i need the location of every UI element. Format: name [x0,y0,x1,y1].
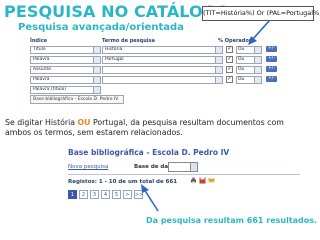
search-row: Palavra (titulo) [30,86,288,94]
results-summary: Da pesquisa resultam 661 resultados. [146,216,318,225]
operator-select[interactable]: Ou [236,76,255,84]
explanation-paragraph: Se digitar História OU Portugal, da pesq… [5,118,310,138]
truncation-checkbox[interactable]: ✓ [226,46,233,53]
index-select[interactable]: Palavra (titulo) [30,86,94,94]
dropdown-arrow-icon[interactable] [215,66,223,74]
page-button[interactable]: 3 [90,190,99,199]
next-page-button[interactable]: > [123,190,132,199]
index-select[interactable]: Palavra [30,56,94,64]
term-input[interactable] [102,66,216,74]
results-base-title: Base bibliográfica - Escola D. Pedro IV [68,148,230,157]
page-button[interactable]: 4 [101,190,110,199]
truncation-checkbox[interactable]: ✓ [226,56,233,63]
add-remove-button[interactable]: +/- [266,66,277,72]
dropdown-arrow-icon[interactable] [93,66,101,74]
paragraph-text: Se digitar História [5,118,78,127]
truncation-checkbox[interactable]: ✓ [226,66,233,73]
dropdown-arrow-icon[interactable] [215,56,223,64]
add-remove-button[interactable]: +/- [266,76,277,82]
dropdown-arrow-icon[interactable] [215,46,223,54]
divider [68,174,300,175]
operator-select[interactable]: Ou [236,66,255,74]
new-search-link[interactable]: Nova pesquisa [68,164,108,170]
add-remove-button[interactable]: +/- [266,56,277,62]
operator-select[interactable]: Ou [236,56,255,64]
ou-highlight: OU [77,118,91,127]
dropdown-arrow-icon[interactable] [93,86,101,94]
dropdown-arrow-icon[interactable] [93,56,101,64]
save-icon[interactable] [199,177,206,184]
dropdown-arrow-icon[interactable] [254,56,262,64]
dropdown-arrow-icon[interactable] [190,163,197,171]
term-input[interactable]: Portugal [102,56,216,64]
column-header-indice: Índice [30,38,48,44]
advanced-search-form: Índice Termo de pesquisa % Operador Títu… [30,38,288,108]
arrow-icon [141,184,159,212]
search-row: Título História ✓ Ou +/- [30,46,288,54]
database-select[interactable]: Base bibliográfica - Escola D. Pedro IV [30,95,124,104]
page-button[interactable]: 5 [112,190,121,199]
dropdown-arrow-icon[interactable] [254,66,262,74]
search-row: Assunto ✓ Ou +/- [30,66,288,74]
dropdown-arrow-icon[interactable] [254,46,262,54]
query-expression-box: (TIT=História%) Or (PAL=Portugal%) [202,6,320,21]
dropdown-arrow-icon[interactable] [215,76,223,84]
add-remove-button[interactable]: +/- [266,46,277,52]
email-icon[interactable] [208,177,215,184]
database-dropdown[interactable] [168,162,198,172]
operator-select[interactable]: Ou [236,46,255,54]
dropdown-arrow-icon[interactable] [254,76,262,84]
page-subtitle: Pesquisa avançada/orientada [18,22,184,33]
page-button[interactable]: 1 [68,190,77,199]
column-header-operador: % Operador [218,38,252,44]
page-button[interactable]: 2 [79,190,88,199]
print-icon[interactable] [190,177,197,184]
dropdown-arrow-icon[interactable] [93,46,101,54]
index-select[interactable]: Palavra [30,76,94,84]
page-title: PESQUISA NO CATÁLOGO [4,2,230,21]
column-header-termo: Termo de pesquisa [102,38,155,44]
dropdown-arrow-icon[interactable] [93,76,101,84]
search-row: Palavra Portugal ✓ Ou +/- [30,56,288,64]
term-input[interactable]: História [102,46,216,54]
index-select[interactable]: Assunto [30,66,94,74]
index-select[interactable]: Título [30,46,94,54]
term-input[interactable] [102,76,216,84]
search-row: Palavra ✓ Ou +/- [30,76,288,84]
results-panel: Base bibliográfica - Escola D. Pedro IV … [68,148,300,208]
truncation-checkbox[interactable]: ✓ [226,76,233,83]
